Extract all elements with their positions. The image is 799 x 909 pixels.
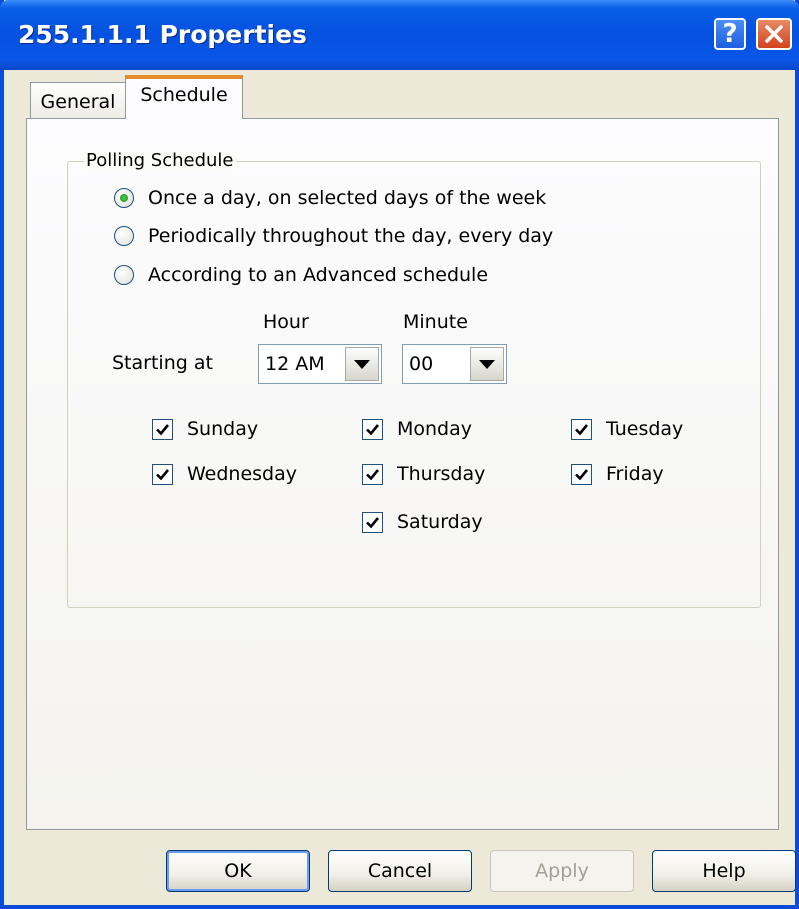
checkbox-wednesday[interactable]: Wednesday xyxy=(152,460,297,488)
checkbox-label: Friday xyxy=(606,463,664,485)
dialog-client-area: General Schedule Polling Schedule Once a… xyxy=(4,70,796,905)
tab-general[interactable]: General xyxy=(30,82,126,118)
radio-label: According to an Advanced schedule xyxy=(148,264,489,286)
window-title: 255.1.1.1 Properties xyxy=(18,20,307,49)
checkbox-label: Tuesday xyxy=(606,418,684,440)
checkbox[interactable] xyxy=(571,418,592,440)
checkbox[interactable] xyxy=(362,418,383,440)
checkbox-label: Saturday xyxy=(397,511,483,533)
checkbox-thursday[interactable]: Thursday xyxy=(362,460,485,488)
radio-advanced-schedule[interactable]: According to an Advanced schedule xyxy=(114,261,488,289)
checkbox[interactable] xyxy=(571,463,592,485)
properties-dialog: 255.1.1.1 Properties ? General Schedule … xyxy=(0,0,799,909)
radio-button[interactable] xyxy=(114,188,134,208)
checkmark-icon xyxy=(156,423,170,435)
radio-button[interactable] xyxy=(114,265,134,285)
hour-select-value: 12 AM xyxy=(265,353,325,375)
minute-select-value: 00 xyxy=(409,353,434,375)
checkmark-icon xyxy=(366,516,380,528)
radio-periodically[interactable]: Periodically throughout the day, every d… xyxy=(114,222,553,250)
checkbox[interactable] xyxy=(362,511,383,533)
checkbox[interactable] xyxy=(152,463,173,485)
checkmark-icon xyxy=(156,468,170,480)
checkmark-icon xyxy=(575,423,589,435)
checkbox-saturday[interactable]: Saturday xyxy=(362,508,483,536)
close-button[interactable] xyxy=(756,18,792,50)
checkbox-label: Wednesday xyxy=(187,463,298,485)
apply-button[interactable]: Apply xyxy=(490,850,634,892)
radio-once-a-day[interactable]: Once a day, on selected days of the week xyxy=(114,184,546,212)
checkbox-label: Sunday xyxy=(187,418,259,440)
checkmark-icon xyxy=(575,468,589,480)
polling-schedule-group: Polling Schedule Once a day, on selected… xyxy=(67,150,761,608)
hour-label: Hour xyxy=(263,311,309,333)
polling-schedule-legend: Polling Schedule xyxy=(84,150,236,171)
hour-dropdown-button[interactable] xyxy=(345,347,379,381)
radio-label: Once a day, on selected days of the week xyxy=(148,187,547,209)
checkmark-icon xyxy=(366,423,380,435)
checkbox-tuesday[interactable]: Tuesday xyxy=(571,415,683,443)
schedule-tab-page: Polling Schedule Once a day, on selected… xyxy=(26,118,779,830)
radio-button[interactable] xyxy=(114,226,134,246)
help-button[interactable]: Help xyxy=(652,850,796,892)
checkbox-label: Thursday xyxy=(397,463,486,485)
hour-select[interactable]: 12 AM xyxy=(258,344,382,384)
minute-dropdown-button[interactable] xyxy=(470,347,504,381)
checkbox[interactable] xyxy=(152,418,173,440)
checkbox-sunday[interactable]: Sunday xyxy=(152,415,258,443)
checkbox-friday[interactable]: Friday xyxy=(571,460,664,488)
radio-label: Periodically throughout the day, every d… xyxy=(148,225,554,247)
cancel-button[interactable]: Cancel xyxy=(328,850,472,892)
help-title-button[interactable]: ? xyxy=(714,18,746,50)
checkbox[interactable] xyxy=(362,463,383,485)
tab-schedule[interactable]: Schedule xyxy=(125,75,243,119)
help-icon: ? xyxy=(722,19,738,49)
minute-label: Minute xyxy=(403,311,468,333)
checkmark-icon xyxy=(366,468,380,480)
checkbox-label: Monday xyxy=(397,418,473,440)
minute-select[interactable]: 00 xyxy=(402,344,507,384)
chevron-down-icon xyxy=(354,359,370,369)
chevron-down-icon xyxy=(479,359,495,369)
close-icon xyxy=(765,25,783,43)
starting-at-label: Starting at xyxy=(112,352,213,374)
title-bar[interactable]: 255.1.1.1 Properties ? xyxy=(0,0,799,70)
checkbox-monday[interactable]: Monday xyxy=(362,415,472,443)
ok-button[interactable]: OK xyxy=(166,850,310,892)
